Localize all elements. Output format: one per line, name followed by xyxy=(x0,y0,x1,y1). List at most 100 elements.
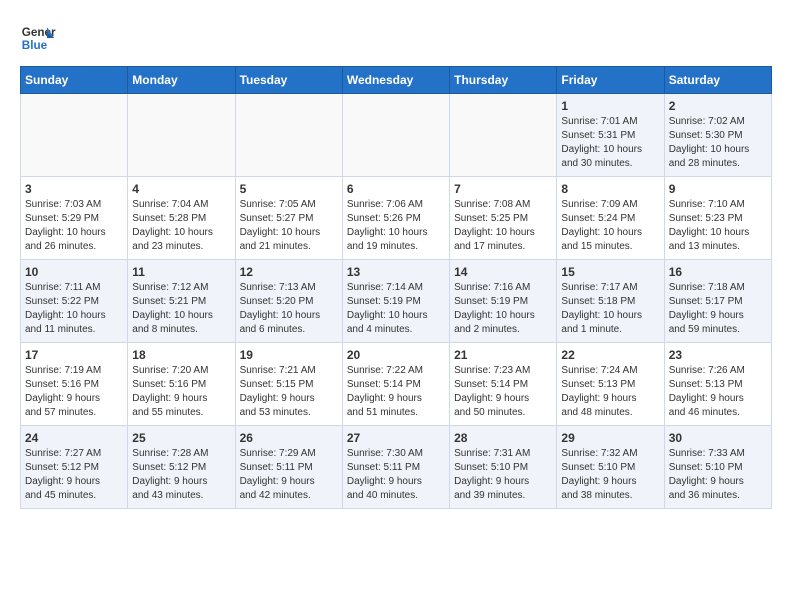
calendar-cell: 29 Sunrise: 7:32 AM Sunset: 5:10 PM Dayli… xyxy=(557,426,664,509)
calendar-cell xyxy=(21,94,128,177)
calendar-cell: 15 Sunrise: 7:17 AM Sunset: 5:18 PM Dayli… xyxy=(557,260,664,343)
calendar-cell: 11 Sunrise: 7:12 AM Sunset: 5:21 PM Dayli… xyxy=(128,260,235,343)
weekday-header-saturday: Saturday xyxy=(664,67,771,94)
day-number: 21 xyxy=(454,348,552,362)
day-info: Sunrise: 7:17 AM Sunset: 5:18 PM Dayligh… xyxy=(561,281,659,337)
calendar-cell xyxy=(342,94,449,177)
day-number: 1 xyxy=(561,99,659,113)
day-info: Sunrise: 7:30 AM Sunset: 5:11 PM Dayligh… xyxy=(347,447,445,503)
calendar-cell: 9 Sunrise: 7:10 AM Sunset: 5:23 PM Daylig… xyxy=(664,177,771,260)
day-number: 5 xyxy=(240,182,338,196)
calendar-cell: 4Sunrise: 7:04 AM Sunset: 5:28 PM Daylig… xyxy=(128,177,235,260)
logo-icon: General Blue xyxy=(20,20,56,56)
calendar-week-row: 10Sunrise: 7:11 AM Sunset: 5:22 PM Dayli… xyxy=(21,260,772,343)
calendar-cell: 18 Sunrise: 7:20 AM Sunset: 5:16 PM Dayli… xyxy=(128,343,235,426)
calendar-cell: 23 Sunrise: 7:26 AM Sunset: 5:13 PM Dayli… xyxy=(664,343,771,426)
day-info: Sunrise: 7:02 AM Sunset: 5:30 PM Dayligh… xyxy=(669,115,767,171)
day-number: 11 xyxy=(132,265,230,279)
day-number: 26 xyxy=(240,431,338,445)
calendar-cell: 3 Sunrise: 7:03 AM Sunset: 5:29 PM Daylig… xyxy=(21,177,128,260)
day-info: Sunrise: 7:23 AM Sunset: 5:14 PM Dayligh… xyxy=(454,364,552,420)
day-info: Sunrise: 7:26 AM Sunset: 5:13 PM Dayligh… xyxy=(669,364,767,420)
calendar-cell: 21 Sunrise: 7:23 AM Sunset: 5:14 PM Dayli… xyxy=(450,343,557,426)
day-info: Sunrise: 7:20 AM Sunset: 5:16 PM Dayligh… xyxy=(132,364,230,420)
day-info: Sunrise: 7:28 AM Sunset: 5:12 PM Dayligh… xyxy=(132,447,230,503)
day-number: 25 xyxy=(132,431,230,445)
weekday-header-friday: Friday xyxy=(557,67,664,94)
calendar-cell xyxy=(235,94,342,177)
day-info: Sunrise: 7:21 AM Sunset: 5:15 PM Dayligh… xyxy=(240,364,338,420)
day-info: Sunrise: 7:08 AM Sunset: 5:25 PM Dayligh… xyxy=(454,198,552,254)
day-info: Sunrise: 7:01 AM Sunset: 5:31 PM Dayligh… xyxy=(561,115,659,171)
weekday-header-monday: Monday xyxy=(128,67,235,94)
weekday-header-row: SundayMondayTuesdayWednesdayThursdayFrid… xyxy=(21,67,772,94)
calendar-cell: 2 Sunrise: 7:02 AM Sunset: 5:30 PM Daylig… xyxy=(664,94,771,177)
day-info: Sunrise: 7:09 AM Sunset: 5:24 PM Dayligh… xyxy=(561,198,659,254)
day-info: Sunrise: 7:03 AM Sunset: 5:29 PM Dayligh… xyxy=(25,198,123,254)
logo: General Blue xyxy=(20,20,60,56)
calendar-cell: 17 Sunrise: 7:19 AM Sunset: 5:16 PM Dayli… xyxy=(21,343,128,426)
calendar-cell: 25 Sunrise: 7:28 AM Sunset: 5:12 PM Dayli… xyxy=(128,426,235,509)
calendar-week-row: 17 Sunrise: 7:19 AM Sunset: 5:16 PM Dayli… xyxy=(21,343,772,426)
calendar-cell: 5 Sunrise: 7:05 AM Sunset: 5:27 PM Daylig… xyxy=(235,177,342,260)
weekday-header-wednesday: Wednesday xyxy=(342,67,449,94)
day-info: Sunrise: 7:16 AM Sunset: 5:19 PM Dayligh… xyxy=(454,281,552,337)
day-info: Sunrise: 7:04 AM Sunset: 5:28 PM Dayligh… xyxy=(132,198,230,254)
day-number: 7 xyxy=(454,182,552,196)
day-info: Sunrise: 7:32 AM Sunset: 5:10 PM Dayligh… xyxy=(561,447,659,503)
calendar-cell: 10Sunrise: 7:11 AM Sunset: 5:22 PM Dayli… xyxy=(21,260,128,343)
day-number: 20 xyxy=(347,348,445,362)
calendar-cell: 24 Sunrise: 7:27 AM Sunset: 5:12 PM Dayli… xyxy=(21,426,128,509)
day-number: 3 xyxy=(25,182,123,196)
calendar-cell xyxy=(450,94,557,177)
day-number: 18 xyxy=(132,348,230,362)
page-header: General Blue xyxy=(20,20,772,56)
day-info: Sunrise: 7:13 AM Sunset: 5:20 PM Dayligh… xyxy=(240,281,338,337)
day-info: Sunrise: 7:18 AM Sunset: 5:17 PM Dayligh… xyxy=(669,281,767,337)
day-number: 2 xyxy=(669,99,767,113)
calendar-cell: 30 Sunrise: 7:33 AM Sunset: 5:10 PM Dayli… xyxy=(664,426,771,509)
svg-text:Blue: Blue xyxy=(22,39,48,52)
calendar-cell: 28 Sunrise: 7:31 AM Sunset: 5:10 PM Dayli… xyxy=(450,426,557,509)
day-info: Sunrise: 7:05 AM Sunset: 5:27 PM Dayligh… xyxy=(240,198,338,254)
calendar-cell: 27 Sunrise: 7:30 AM Sunset: 5:11 PM Dayli… xyxy=(342,426,449,509)
day-number: 9 xyxy=(669,182,767,196)
day-number: 27 xyxy=(347,431,445,445)
day-number: 22 xyxy=(561,348,659,362)
day-info: Sunrise: 7:31 AM Sunset: 5:10 PM Dayligh… xyxy=(454,447,552,503)
calendar-cell: 19Sunrise: 7:21 AM Sunset: 5:15 PM Dayli… xyxy=(235,343,342,426)
calendar-week-row: 1 Sunrise: 7:01 AM Sunset: 5:31 PM Daylig… xyxy=(21,94,772,177)
day-number: 29 xyxy=(561,431,659,445)
calendar-cell xyxy=(128,94,235,177)
day-number: 15 xyxy=(561,265,659,279)
calendar-cell: 13 Sunrise: 7:14 AM Sunset: 5:19 PM Dayli… xyxy=(342,260,449,343)
calendar-cell: 6Sunrise: 7:06 AM Sunset: 5:26 PM Daylig… xyxy=(342,177,449,260)
day-number: 23 xyxy=(669,348,767,362)
day-number: 24 xyxy=(25,431,123,445)
day-number: 14 xyxy=(454,265,552,279)
weekday-header-tuesday: Tuesday xyxy=(235,67,342,94)
day-number: 17 xyxy=(25,348,123,362)
day-info: Sunrise: 7:12 AM Sunset: 5:21 PM Dayligh… xyxy=(132,281,230,337)
day-number: 13 xyxy=(347,265,445,279)
calendar-cell: 22Sunrise: 7:24 AM Sunset: 5:13 PM Dayli… xyxy=(557,343,664,426)
calendar-week-row: 24 Sunrise: 7:27 AM Sunset: 5:12 PM Dayli… xyxy=(21,426,772,509)
weekday-header-thursday: Thursday xyxy=(450,67,557,94)
calendar-cell: 7 Sunrise: 7:08 AM Sunset: 5:25 PM Daylig… xyxy=(450,177,557,260)
day-info: Sunrise: 7:06 AM Sunset: 5:26 PM Dayligh… xyxy=(347,198,445,254)
day-number: 28 xyxy=(454,431,552,445)
day-number: 30 xyxy=(669,431,767,445)
day-info: Sunrise: 7:27 AM Sunset: 5:12 PM Dayligh… xyxy=(25,447,123,503)
day-number: 12 xyxy=(240,265,338,279)
day-number: 16 xyxy=(669,265,767,279)
weekday-header-sunday: Sunday xyxy=(21,67,128,94)
calendar-cell: 1 Sunrise: 7:01 AM Sunset: 5:31 PM Daylig… xyxy=(557,94,664,177)
day-info: Sunrise: 7:19 AM Sunset: 5:16 PM Dayligh… xyxy=(25,364,123,420)
day-info: Sunrise: 7:14 AM Sunset: 5:19 PM Dayligh… xyxy=(347,281,445,337)
calendar-cell: 20 Sunrise: 7:22 AM Sunset: 5:14 PM Dayli… xyxy=(342,343,449,426)
calendar-week-row: 3 Sunrise: 7:03 AM Sunset: 5:29 PM Daylig… xyxy=(21,177,772,260)
day-info: Sunrise: 7:22 AM Sunset: 5:14 PM Dayligh… xyxy=(347,364,445,420)
day-info: Sunrise: 7:33 AM Sunset: 5:10 PM Dayligh… xyxy=(669,447,767,503)
day-info: Sunrise: 7:10 AM Sunset: 5:23 PM Dayligh… xyxy=(669,198,767,254)
calendar-cell: 26Sunrise: 7:29 AM Sunset: 5:11 PM Dayli… xyxy=(235,426,342,509)
